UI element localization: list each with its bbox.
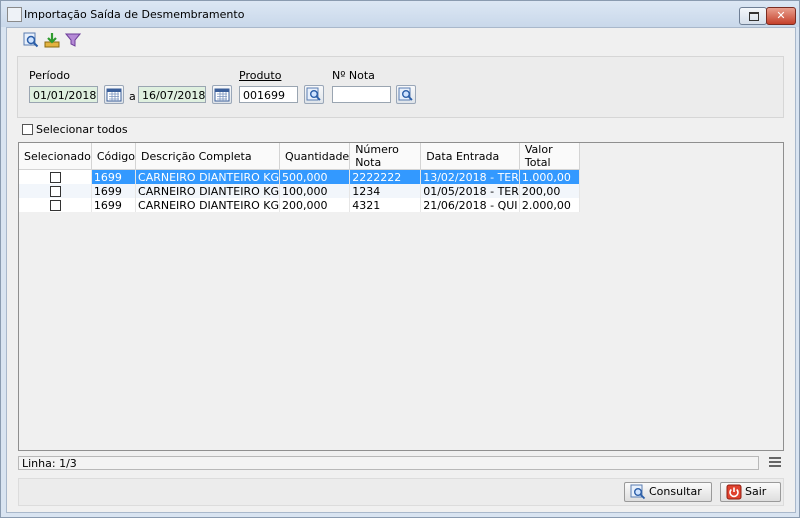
column-header[interactable]: Descrição Completa — [135, 143, 281, 170]
cell-quantidade: 500,000 — [279, 169, 351, 184]
cell-descricao: CARNEIRO DIANTEIRO KG — [135, 184, 281, 198]
row-checkbox[interactable] — [50, 186, 62, 197]
main-window: Importação Saída de Desmembramento ✕ Per… — [0, 0, 800, 518]
client-area: Período 01/01/2018 a 16/07/2018 Produto — [6, 27, 796, 513]
column-header[interactable]: Número Nota — [349, 143, 422, 170]
cell-descricao: CARNEIRO DIANTEIRO KG — [135, 198, 281, 212]
nota-search-button[interactable] — [396, 85, 416, 104]
filter-icon[interactable] — [65, 32, 81, 48]
filter-panel: Período 01/01/2018 a 16/07/2018 Produto — [17, 56, 784, 118]
data-final-field[interactable]: 16/07/2018 — [138, 86, 206, 103]
results-grid: Selecionado Código Descrição Completa Qu… — [19, 143, 580, 212]
periodo-separator: a — [129, 90, 136, 103]
cell-numero-nota: 2222222 — [349, 169, 422, 184]
cell-valor-total: 200,00 — [519, 184, 580, 198]
table-row[interactable]: 1699 CARNEIRO DIANTEIRO KG 200,000 4321 … — [19, 198, 580, 212]
table-row[interactable]: 1699 CARNEIRO DIANTEIRO KG 100,000 1234 … — [19, 184, 580, 198]
row-checkbox-cell[interactable] — [19, 169, 92, 184]
column-header[interactable]: Código — [91, 143, 137, 170]
table-row[interactable]: 1699 CARNEIRO DIANTEIRO KG 500,000 22222… — [19, 169, 580, 184]
nota-field[interactable] — [332, 86, 391, 103]
row-checkbox[interactable] — [50, 172, 62, 183]
row-checkbox[interactable] — [50, 200, 62, 211]
calendar-icon — [214, 88, 230, 102]
cell-quantidade: 200,000 — [279, 198, 351, 212]
periodo-label: Período — [29, 69, 71, 82]
search-icon[interactable] — [23, 32, 39, 48]
consultar-label: Consultar — [649, 485, 702, 498]
column-header[interactable]: Valor Total — [519, 143, 580, 170]
power-icon — [726, 484, 742, 500]
cell-descricao: CARNEIRO DIANTEIRO KG — [135, 169, 281, 184]
window-title: Importação Saída de Desmembramento — [24, 8, 245, 21]
search-icon — [630, 484, 646, 500]
button-bar: Consultar Sair — [18, 478, 784, 506]
table-header: Selecionado Código Descrição Completa Qu… — [19, 143, 580, 170]
cell-codigo: 1699 — [91, 169, 137, 184]
select-all-checkbox[interactable] — [22, 124, 33, 135]
title-bar: Importação Saída de Desmembramento ✕ — [1, 1, 799, 27]
close-icon: ✕ — [776, 9, 786, 22]
cell-valor-total: 2.000,00 — [519, 198, 580, 212]
cell-numero-nota: 4321 — [349, 198, 422, 212]
row-checkbox-cell[interactable] — [19, 198, 92, 212]
search-icon — [306, 87, 321, 101]
cell-codigo: 1699 — [91, 184, 137, 198]
produto-search-button[interactable] — [304, 85, 324, 104]
calendar-icon — [106, 88, 122, 102]
produto-field[interactable]: 001699 — [239, 86, 298, 103]
column-header[interactable]: Data Entrada — [420, 143, 520, 170]
import-icon[interactable] — [44, 32, 60, 48]
row-status-bar: Linha: 1/3 — [18, 456, 759, 470]
cell-data-entrada: 01/05/2018 - TER — [420, 184, 520, 198]
sair-button[interactable]: Sair — [720, 482, 781, 502]
calendar-button-inicial[interactable] — [104, 85, 124, 104]
restore-icon — [749, 12, 759, 21]
column-menu-icon[interactable] — [769, 457, 781, 469]
app-icon — [7, 7, 22, 22]
search-icon — [398, 87, 413, 101]
column-header[interactable]: Quantidade — [279, 143, 351, 170]
nota-label: Nº Nota — [332, 69, 375, 82]
data-inicial-field[interactable]: 01/01/2018 — [29, 86, 98, 103]
select-all-label: Selecionar todos — [36, 123, 128, 136]
cell-valor-total: 1.000,00 — [519, 169, 580, 184]
close-button[interactable]: ✕ — [766, 7, 796, 25]
cell-data-entrada: 13/02/2018 - TER — [420, 169, 520, 184]
cell-quantidade: 100,000 — [279, 184, 351, 198]
produto-label: Produto — [239, 69, 282, 82]
cell-numero-nota: 1234 — [349, 184, 422, 198]
cell-data-entrada: 21/06/2018 - QUI — [420, 198, 520, 212]
cell-codigo: 1699 — [91, 198, 137, 212]
column-header[interactable]: Selecionado — [19, 143, 92, 170]
row-checkbox-cell[interactable] — [19, 184, 92, 198]
sair-label: Sair — [745, 485, 767, 498]
consultar-button[interactable]: Consultar — [624, 482, 712, 502]
calendar-button-final[interactable] — [212, 85, 232, 104]
results-table: Selecionado Código Descrição Completa Qu… — [18, 142, 784, 451]
restore-button[interactable] — [739, 7, 767, 25]
